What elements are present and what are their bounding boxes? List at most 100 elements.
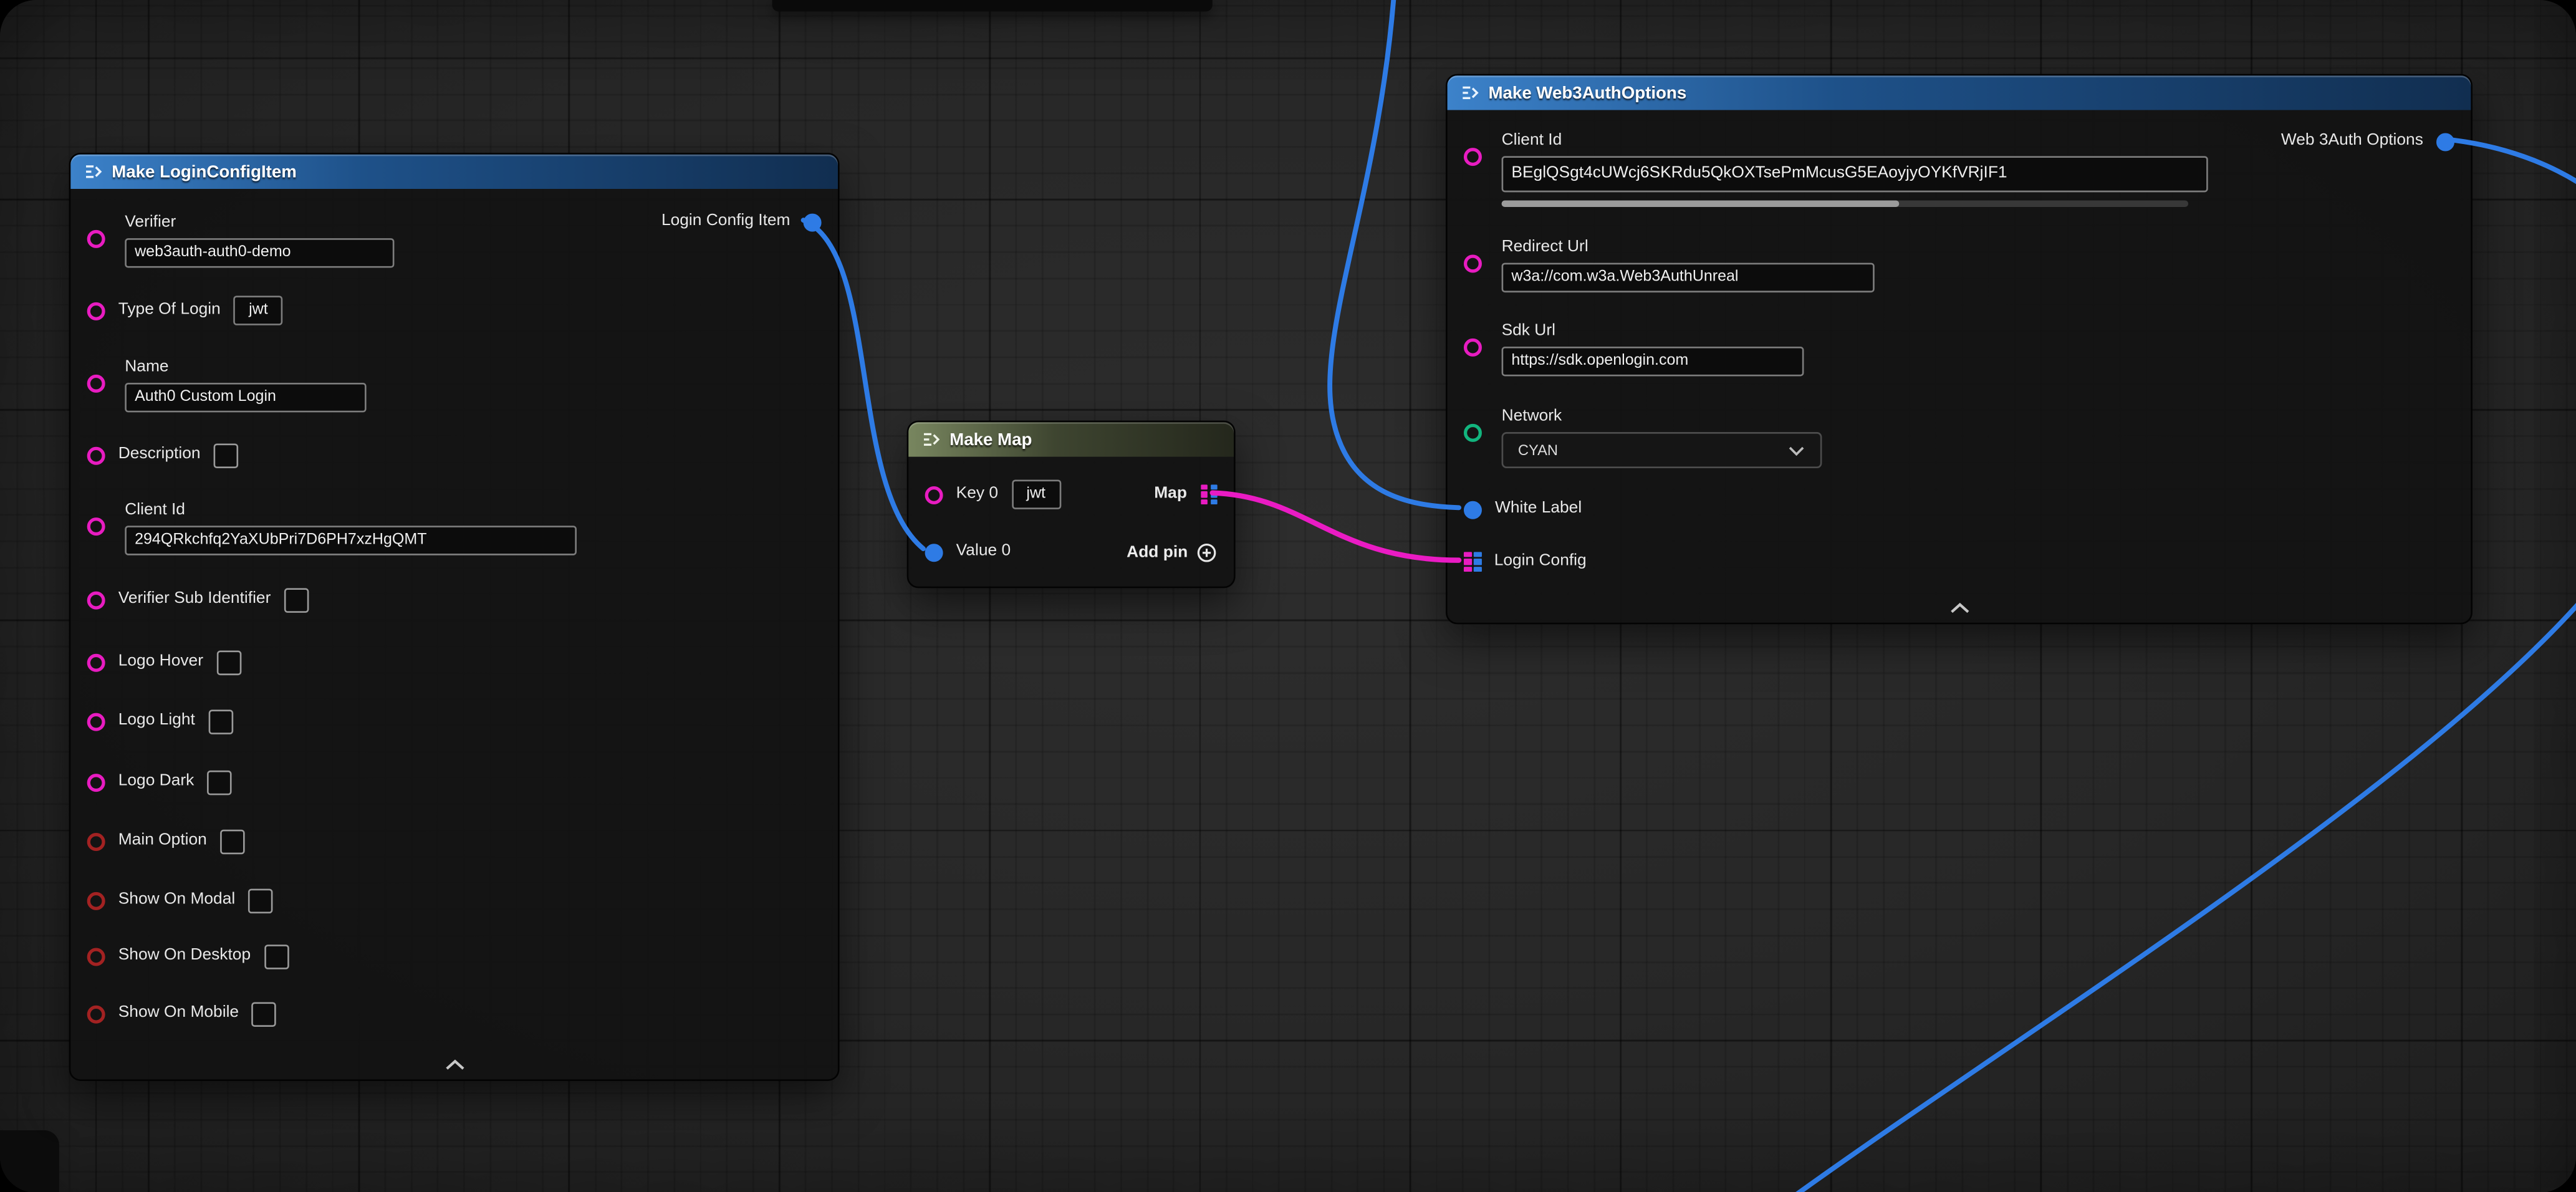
network-dropdown[interactable]: CYAN [1502, 432, 1822, 468]
description-input[interactable] [214, 443, 239, 468]
type-of-login-label: Type Of Login [118, 300, 221, 320]
map-row-value0: Value 0 Add pin [925, 537, 1218, 567]
show-on-mobile-checkbox[interactable] [252, 1001, 277, 1026]
verifier-sub-identifier-pin[interactable] [87, 590, 105, 608]
description-pin[interactable] [87, 446, 105, 464]
logo-light-label: Logo Light [118, 711, 195, 731]
sdk-url-pin[interactable] [1464, 339, 1482, 357]
main-option-pin[interactable] [87, 832, 105, 850]
add-pin-label: Add pin [1127, 543, 1188, 561]
network-label: Network [1502, 408, 1822, 428]
redirect-url-pin[interactable] [1464, 254, 1482, 272]
pin-row-description: Description [87, 440, 822, 469]
node-make-loginconfigitem[interactable]: Make LoginConfigItem Login Config Item V… [69, 153, 840, 1081]
pin-row-show-on-modal: Show On Modal [87, 885, 822, 915]
pin-row-logo-light: Logo Light [87, 706, 822, 736]
collapse-chevron-icon[interactable] [443, 1058, 466, 1071]
name-pin[interactable] [87, 375, 105, 393]
logo-dark-input[interactable] [207, 770, 232, 795]
client-id-scrollbar-thumb[interactable] [1502, 200, 1900, 207]
client-id-label: Client Id [1502, 132, 2208, 151]
map-output-pin-icon[interactable] [1200, 484, 1218, 505]
pin-row-client-id: Client Id 294QRkchfq2YaXUbPri7D6PH7xzHgQ… [87, 501, 822, 555]
wire-top-to-white-label [1330, 0, 1459, 507]
add-pin-icon [1196, 541, 1217, 562]
type-of-login-pin[interactable] [87, 302, 105, 320]
show-on-modal-label: Show On Modal [118, 890, 236, 910]
make-struct-icon [84, 163, 102, 181]
show-on-desktop-checkbox[interactable] [264, 944, 289, 969]
pin-row-white-label: White Label [1464, 494, 2454, 524]
logo-hover-pin[interactable] [87, 653, 105, 671]
offscreen-node-bottom-left[interactable] [0, 1130, 59, 1192]
client-id-input[interactable]: BEglQSgt4cUWcj6SKRdu5QkOXTsePmMcusG5EAoy… [1502, 156, 2208, 192]
node-make-map[interactable]: Make Map Key 0 jwt Map Value 0 Add pin [907, 421, 1236, 589]
pin-row-network: Network CYAN [1464, 408, 2454, 469]
node-header-make-loginconfigitem[interactable]: Make LoginConfigItem [70, 155, 838, 189]
key0-pin[interactable] [925, 486, 943, 504]
logo-hover-input[interactable] [216, 650, 241, 675]
client-id-input[interactable]: 294QRkchfq2YaXUbPri7D6PH7xzHgQMT [125, 526, 577, 555]
pin-row-client-id: Client Id BEglQSgt4cUWcj6SKRdu5QkOXTsePm… [1464, 132, 2454, 207]
node-title: Make LoginConfigItem [112, 162, 297, 182]
verifier-sub-identifier-input[interactable] [284, 587, 309, 612]
login-config-label: Login Config [1494, 552, 1587, 572]
show-on-modal-pin[interactable] [87, 892, 105, 910]
logo-dark-pin[interactable] [87, 773, 105, 791]
pin-row-name: Name Auth0 Custom Login [87, 358, 822, 412]
blueprint-graph-canvas[interactable]: Make LoginConfigItem Login Config Item V… [0, 0, 2576, 1192]
pin-row-show-on-mobile: Show On Mobile [87, 999, 822, 1028]
type-of-login-input[interactable]: jwt [234, 296, 283, 325]
network-pin[interactable] [1464, 424, 1482, 442]
chevron-down-icon [1787, 445, 1805, 456]
sdk-url-label: Sdk Url [1502, 322, 1804, 342]
value0-pin[interactable] [925, 543, 943, 561]
pin-row-sdk-url: Sdk Url https://sdk.openlogin.com [1464, 322, 2454, 376]
pin-row-main-option: Main Option [87, 827, 822, 856]
map-output-label: Map [1154, 484, 1187, 504]
client-id-label: Client Id [125, 501, 577, 521]
network-selected-value: CYAN [1518, 442, 1558, 458]
verifier-pin[interactable] [87, 230, 105, 248]
verifier-label: Verifier [125, 214, 394, 234]
show-on-mobile-pin[interactable] [87, 1004, 105, 1022]
value0-label: Value 0 [956, 542, 1011, 562]
collapse-chevron-icon[interactable] [1948, 601, 1971, 614]
pin-row-verifier: Verifier web3auth-auth0-demo [87, 214, 822, 268]
white-label-pin[interactable] [1464, 500, 1482, 518]
pin-row-logo-dark: Logo Dark [87, 767, 822, 797]
verifier-input[interactable]: web3auth-auth0-demo [125, 238, 394, 267]
redirect-url-input[interactable]: w3a://com.w3a.Web3AuthUnreal [1502, 263, 1875, 292]
make-struct-icon [1461, 84, 1479, 102]
client-id-pin[interactable] [87, 517, 105, 536]
logo-light-pin[interactable] [87, 712, 105, 730]
main-option-label: Main Option [118, 831, 207, 851]
show-on-desktop-label: Show On Desktop [118, 946, 251, 966]
key0-input[interactable]: jwt [1011, 479, 1060, 509]
node-title: Make Map [949, 430, 1032, 449]
verifier-sub-identifier-label: Verifier Sub Identifier [118, 590, 271, 610]
node-header-make-map[interactable]: Make Map [908, 422, 1234, 456]
main-option-checkbox[interactable] [220, 829, 245, 853]
name-label: Name [125, 358, 366, 378]
offscreen-node-top-edge[interactable] [772, 0, 1213, 11]
node-title: Make Web3AuthOptions [1488, 83, 1686, 103]
client-id-scrollbar[interactable] [1502, 200, 2189, 207]
client-id-pin[interactable] [1464, 148, 1482, 166]
show-on-desktop-pin[interactable] [87, 947, 105, 965]
pin-row-logo-hover: Logo Hover [87, 647, 822, 676]
logo-light-input[interactable] [208, 709, 233, 734]
pin-row-show-on-desktop: Show On Desktop [87, 941, 822, 971]
screenshot-frame: Make LoginConfigItem Login Config Item V… [0, 0, 2576, 1192]
redirect-url-label: Redirect Url [1502, 238, 1875, 258]
node-make-web3authoptions[interactable]: Make Web3AuthOptions Web 3Auth Options C… [1446, 74, 2473, 625]
login-config-map-pin-icon[interactable] [1464, 552, 1481, 572]
sdk-url-input[interactable]: https://sdk.openlogin.com [1502, 347, 1804, 376]
show-on-modal-checkbox[interactable] [248, 888, 273, 913]
pin-row-type-of-login: Type Of Login jwt [87, 296, 822, 325]
name-input[interactable]: Auth0 Custom Login [125, 383, 366, 412]
description-label: Description [118, 445, 201, 465]
add-pin-button[interactable]: Add pin [1127, 541, 1218, 562]
node-header-make-web3authoptions[interactable]: Make Web3AuthOptions [1448, 75, 2471, 110]
pin-row-redirect-url: Redirect Url w3a://com.w3a.Web3AuthUnrea… [1464, 238, 2454, 292]
